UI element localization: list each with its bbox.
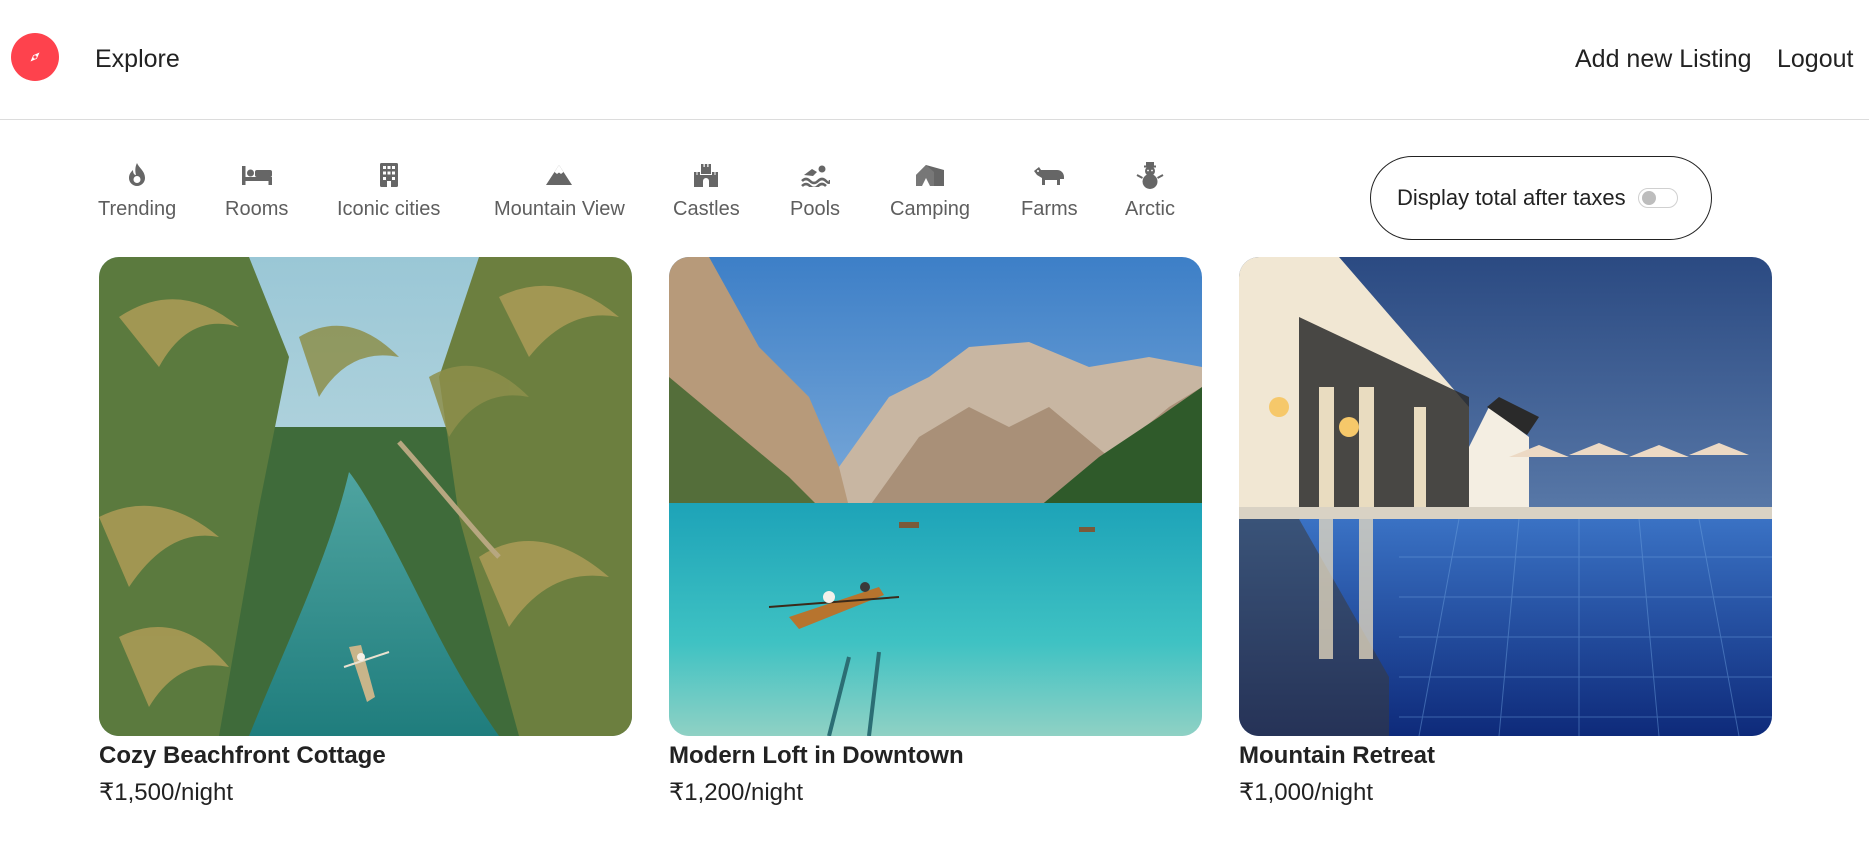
filter-farms[interactable]: Farms xyxy=(1021,158,1078,221)
logout-link[interactable]: Logout xyxy=(1777,45,1853,74)
filter-mountain-view[interactable]: Mountain View xyxy=(494,158,625,221)
filter-rooms[interactable]: Rooms xyxy=(225,158,288,221)
tax-switch[interactable] xyxy=(1637,188,1678,208)
castle-icon xyxy=(692,158,720,192)
fire-icon xyxy=(126,158,148,192)
add-new-listing-link[interactable]: Add new Listing xyxy=(1575,45,1752,74)
listing-price: ₹1,000/night xyxy=(1239,779,1374,806)
listing-card[interactable]: Modern Loft in Downtown ₹1,200/night xyxy=(669,257,1202,807)
listing-title: Mountain Retreat xyxy=(1239,742,1436,769)
listing-price: ₹1,200/night xyxy=(669,779,804,806)
listing-photo-lagoon[interactable] xyxy=(99,257,632,736)
listing-card[interactable]: Mountain Retreat ₹1,000/night xyxy=(1239,257,1772,807)
filter-trending[interactable]: Trending xyxy=(98,158,176,221)
listing-title: Cozy Beachfront Cottage xyxy=(99,742,386,769)
listing-title: Modern Loft in Downtown xyxy=(669,742,964,769)
filter-castles[interactable]: Castles xyxy=(673,158,740,221)
tax-toggle[interactable]: Display total after taxes xyxy=(1370,156,1712,240)
listing-photo-lake[interactable] xyxy=(669,257,1202,736)
snowman-icon xyxy=(1136,158,1164,192)
campground-icon xyxy=(914,158,946,192)
explore-link[interactable]: Explore xyxy=(95,45,180,74)
listing-card[interactable]: Cozy Beachfront Cottage ₹1,500/night xyxy=(99,257,632,807)
navbar: Explore Add new Listing Logout xyxy=(0,0,1869,120)
bed-icon xyxy=(241,158,273,192)
switch-knob xyxy=(1641,191,1656,205)
filter-pools[interactable]: Pools xyxy=(790,158,840,221)
compass-icon xyxy=(30,52,40,62)
mountain-icon xyxy=(545,158,573,192)
listing-price: ₹1,500/night xyxy=(99,779,234,806)
tax-toggle-label: Display total after taxes xyxy=(1397,185,1626,210)
building-icon xyxy=(379,158,399,192)
filter-camping[interactable]: Camping xyxy=(890,158,970,221)
filter-arctic[interactable]: Arctic xyxy=(1125,158,1175,221)
brand-logo[interactable] xyxy=(11,33,59,81)
cow-icon xyxy=(1033,158,1065,192)
swimmer-icon xyxy=(800,158,831,192)
filter-iconic-cities[interactable]: Iconic cities xyxy=(337,158,440,221)
listing-photo-pool[interactable] xyxy=(1239,257,1772,736)
